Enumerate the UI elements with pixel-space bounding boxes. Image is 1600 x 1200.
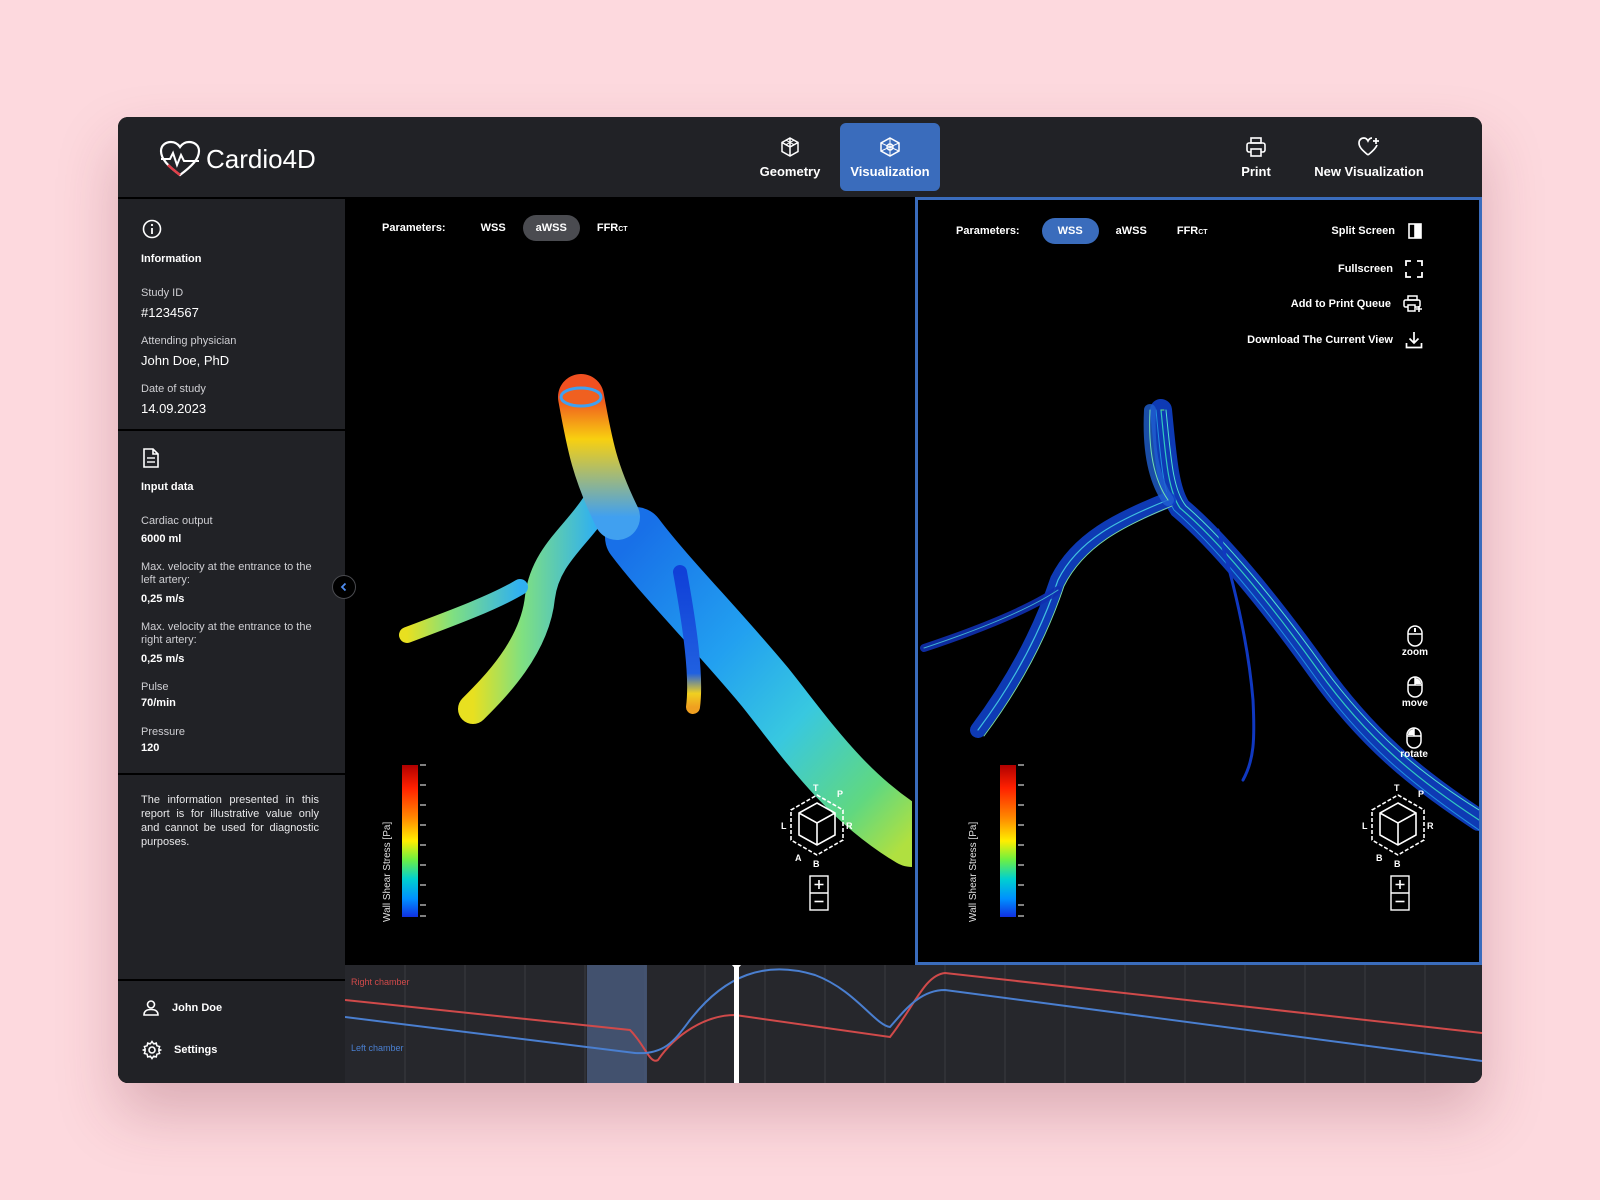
pressure-label: Pressure <box>141 726 186 738</box>
chevron-left-icon <box>340 582 347 592</box>
tab-geometry[interactable]: Geometry <box>740 123 840 191</box>
top-bar: Cardio4D Geometry Visualization Print Ne… <box>118 117 1482 197</box>
settings-label: Settings <box>174 1044 218 1056</box>
mouse-left-icon <box>1406 727 1422 749</box>
orient-b: B <box>1394 859 1401 867</box>
orientation-cube-icon[interactable]: T P L R A B <box>781 783 853 867</box>
orient-l: L <box>1362 821 1368 831</box>
rotate-hint: rotate <box>1400 727 1428 760</box>
input-data-panel: Input data Cardiac output 6000 ml Max. v… <box>118 431 345 773</box>
colorbar-label: Wall Shear Stress [Pa] <box>382 821 393 922</box>
right-chamber-label: Right chamber <box>351 977 410 987</box>
zoom-control[interactable] <box>809 875 829 911</box>
information-panel: Information Study ID #1234567 Attending … <box>118 199 345 429</box>
date-value: 14.09.2023 <box>141 401 207 416</box>
orient-a: B <box>1376 853 1383 863</box>
date-label: Date of study <box>141 383 206 395</box>
orient-t: T <box>1394 783 1400 793</box>
settings-button[interactable]: Settings <box>142 1040 217 1060</box>
move-hint-label: move <box>1401 698 1428 709</box>
left-viewport[interactable]: Parameters: WSS aWSS FFRCT Wall Shear St… <box>345 197 912 965</box>
orient-p: P <box>1418 789 1424 799</box>
print-label: Print <box>1241 163 1271 179</box>
cardiac-output-value: 6000 ml <box>141 533 182 545</box>
user-name: John Doe <box>172 1002 223 1014</box>
mouse-right-icon <box>1407 676 1423 698</box>
sidebar: Information Study ID #1234567 Attending … <box>118 197 345 1083</box>
timeline-chart[interactable] <box>345 965 1482 1083</box>
colorbar-label: Wall Shear Stress [Pa] <box>968 821 979 922</box>
tab-visualization-label: Visualization <box>850 163 930 179</box>
orient-t: T <box>813 783 819 793</box>
user-icon <box>143 1000 159 1016</box>
wss-colorbar <box>1000 765 1016 917</box>
app-window: Cardio4D Geometry Visualization Print Ne… <box>118 117 1482 1083</box>
zoom-hint-label: zoom <box>1401 647 1428 658</box>
tab-geometry-label: Geometry <box>759 163 821 179</box>
heart-plus-icon <box>1358 136 1379 156</box>
account-panel: John Doe Settings <box>118 981 345 1083</box>
user-profile[interactable]: John Doe <box>142 999 222 1017</box>
orient-r: R <box>1427 821 1434 831</box>
pulse-label: Pulse <box>141 681 169 693</box>
left-velocity-label: Max. velocity at the entrance to the lef… <box>141 561 312 586</box>
info-circle-icon <box>142 219 162 239</box>
heart-pulse-logo-icon <box>159 140 201 177</box>
disclaimer-panel: The information presented in this report… <box>118 775 345 979</box>
disclaimer-text: The information presented in this report… <box>141 794 319 848</box>
selected-phase-range <box>587 965 647 1083</box>
information-title: Information <box>141 253 202 265</box>
playhead <box>734 965 739 1083</box>
left-chamber-curve <box>345 968 1482 1062</box>
right-viewport[interactable]: Parameters: WSS aWSS FFRCT Split Screen … <box>915 197 1482 965</box>
rotate-hint-label: rotate <box>1400 749 1428 760</box>
gear-icon <box>142 1040 162 1060</box>
orient-l: L <box>781 821 787 831</box>
new-visualization-button[interactable]: New Visualization <box>1304 123 1434 191</box>
new-visualization-label: New Visualization <box>1314 163 1424 179</box>
orient-a: A <box>795 853 802 863</box>
right-chamber-curve <box>345 971 1482 1062</box>
study-id-value: #1234567 <box>141 305 199 320</box>
zoom-hint: zoom <box>1402 625 1428 658</box>
left-chamber-label: Left chamber <box>351 1043 404 1053</box>
cardiac-output-label: Cardiac output <box>141 515 213 527</box>
left-velocity-value: 0,25 m/s <box>141 593 185 605</box>
input-data-title: Input data <box>141 481 194 493</box>
study-id-label: Study ID <box>141 287 184 299</box>
pressure-value: 120 <box>141 742 160 754</box>
pulse-value: 70/min <box>141 697 176 709</box>
orient-r: R <box>846 821 853 831</box>
molecule-icon <box>880 136 900 157</box>
physician-value: John Doe, PhD <box>141 353 230 368</box>
physician-label: Attending physician <box>141 335 237 347</box>
orient-p: P <box>837 789 843 799</box>
right-velocity-label: Max. velocity at the entrance to the rig… <box>141 621 312 646</box>
mouse-scroll-icon <box>1407 625 1423 647</box>
orientation-cube-icon[interactable]: T P L R B B <box>1362 783 1434 867</box>
move-hint: move <box>1402 676 1428 709</box>
zoom-control[interactable] <box>1390 875 1410 911</box>
playhead-handle <box>731 965 742 970</box>
app-name: Cardio4D <box>206 143 316 174</box>
logo[interactable]: Cardio4D <box>158 139 316 179</box>
print-button[interactable]: Print <box>1220 123 1292 191</box>
printer-icon <box>1246 136 1266 157</box>
collapse-sidebar-button[interactable] <box>332 575 356 599</box>
wss-colorbar <box>402 765 418 917</box>
orient-b: B <box>813 859 820 867</box>
document-icon <box>143 448 159 468</box>
cardiac-cycle-timeline[interactable]: Right chamber Left chamber <box>345 965 1482 1083</box>
right-velocity-value: 0,25 m/s <box>141 653 185 665</box>
cube-wireframe-icon <box>781 136 799 157</box>
tab-visualization[interactable]: Visualization <box>840 123 940 191</box>
